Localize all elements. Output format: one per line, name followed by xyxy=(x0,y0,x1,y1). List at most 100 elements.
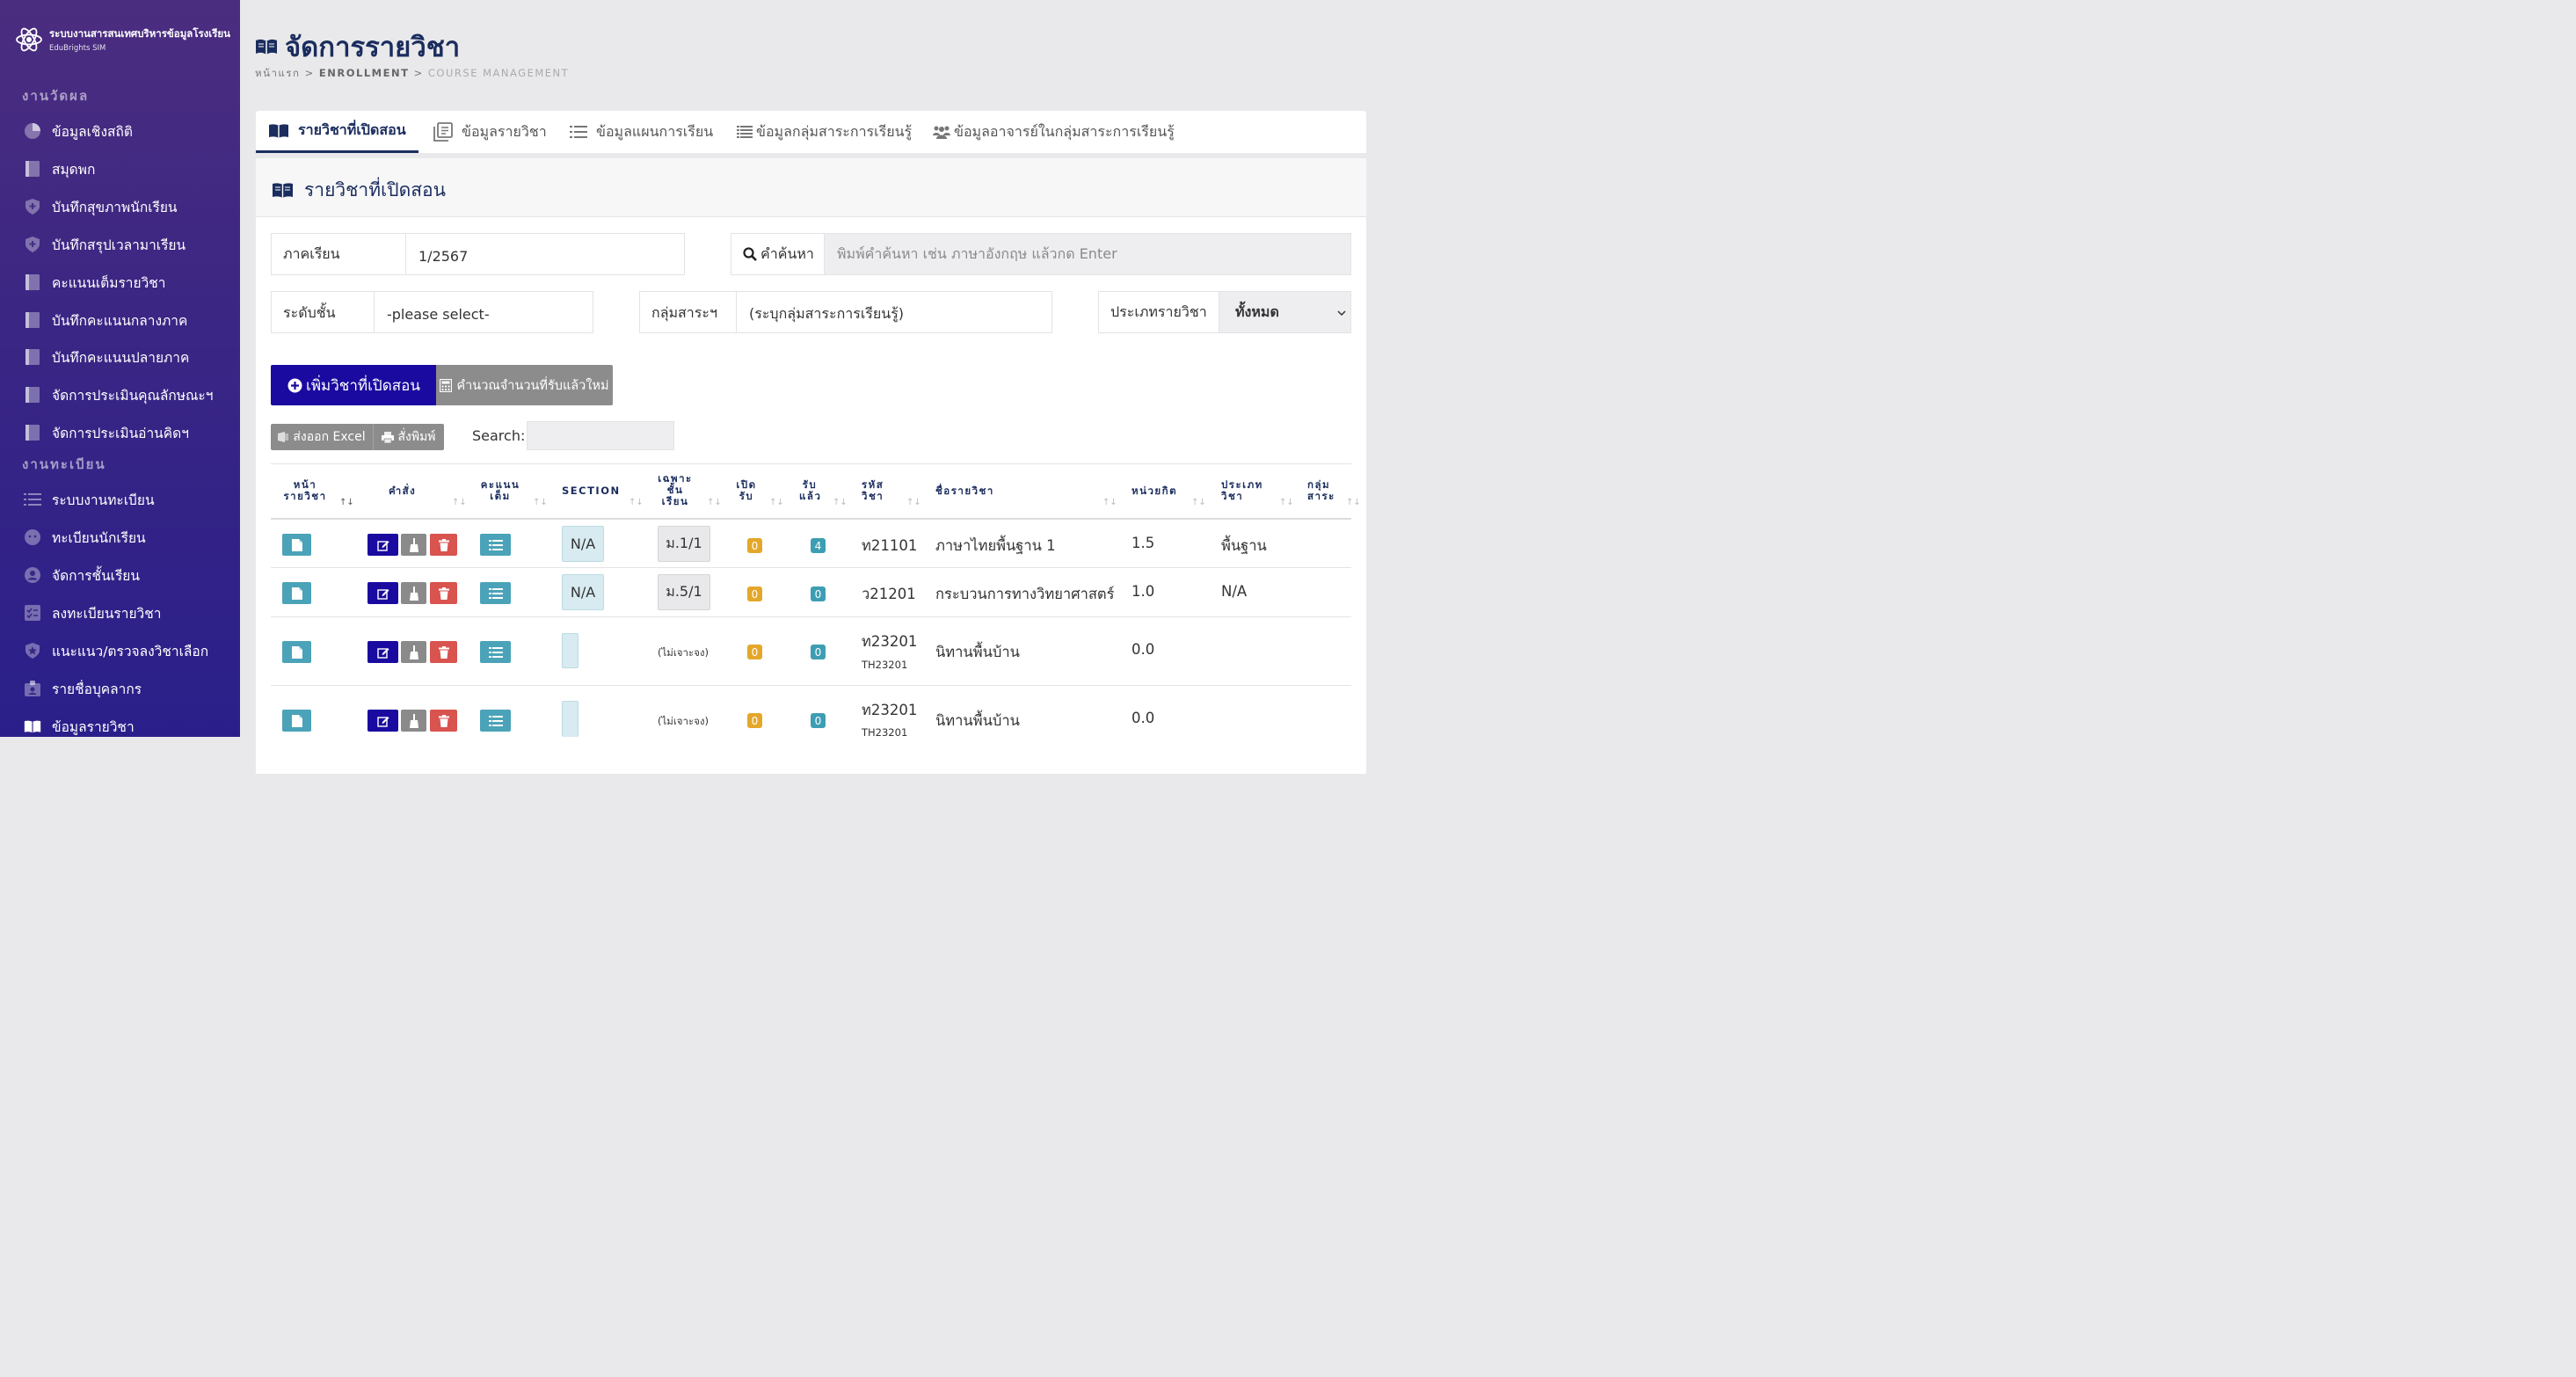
tab-learning-groups[interactable]: ข้อมูลกลุ่มสาระการเรียนรู้ xyxy=(737,111,912,153)
full-score-button[interactable] xyxy=(480,582,511,604)
sort-icon[interactable]: ↑↓ xyxy=(707,498,722,507)
add-course-button[interactable]: เพิ่มวิชาที่เปิดสอน xyxy=(271,365,437,405)
col-header-received[interactable]: รับ แล้ว xyxy=(799,479,820,502)
sidebar-item-full-score[interactable]: คะแนนเต็มรายวิชา xyxy=(24,269,166,295)
class-badge: ม.1/1 xyxy=(658,526,710,562)
sidebar-item-reading[interactable]: จัดการประเมินอ่านคิดฯ xyxy=(24,419,189,446)
open-book-icon xyxy=(256,39,277,55)
reset-button[interactable] xyxy=(401,534,426,556)
sidebar-item-characteristics[interactable]: จัดการประเมินคุณลักษณะฯ xyxy=(24,382,213,408)
sort-icon[interactable]: ↑↓ xyxy=(1191,498,1206,507)
semester-input[interactable]: 1/2567 xyxy=(405,233,685,275)
sidebar-item-classrooms[interactable]: จัดการชั้นเรียน xyxy=(24,562,140,588)
reset-button[interactable] xyxy=(401,710,426,732)
sort-icon[interactable]: ↑↓ xyxy=(833,498,848,507)
card-title: รายวิชาที่เปิดสอน xyxy=(272,176,446,205)
search-keyword-input[interactable]: พิมพ์คำค้นหา เช่น ภาษาอังกฤษ แล้วกด Ente… xyxy=(824,233,1351,275)
broom-icon xyxy=(409,713,418,728)
id-badge-icon xyxy=(24,680,41,697)
sidebar-item-statistics[interactable]: ข้อมูลเชิงสถิติ xyxy=(24,118,133,144)
reset-button[interactable] xyxy=(401,582,426,604)
section-badge: N/A xyxy=(562,574,604,610)
table-search-input[interactable] xyxy=(527,421,674,450)
recalculate-button-label: คำนวณจำนวนที่รับแล้วใหม่ xyxy=(456,378,609,393)
recalculate-button[interactable]: คำนวณจำนวนที่รับแล้วใหม่ xyxy=(436,365,613,405)
view-page-button[interactable] xyxy=(282,534,311,556)
sidebar-item-course-info[interactable]: ข้อมูลรายวิชา xyxy=(24,713,135,740)
col-header-type[interactable]: ประเภท วิชา xyxy=(1221,479,1263,502)
list-icon xyxy=(737,126,753,138)
delete-button[interactable] xyxy=(430,534,457,556)
print-button[interactable]: สั่งพิมพ์ xyxy=(373,424,444,450)
delete-button[interactable] xyxy=(430,710,457,732)
delete-button[interactable] xyxy=(430,641,457,663)
sidebar-item-personnel[interactable]: รายชื่อบุคลากร xyxy=(24,675,142,702)
col-header-credit[interactable]: หน่วยกิต xyxy=(1132,485,1177,497)
sort-icon[interactable]: ↑↓ xyxy=(906,498,921,507)
sidebar: ระบบงานสารสนเทศบริหารข้อมูลโรงเรียน EduB… xyxy=(0,0,240,737)
sort-icon[interactable]: ↑↓ xyxy=(452,498,467,507)
tab-study-plan[interactable]: ข้อมูลแผนการเรียน xyxy=(570,111,713,153)
course-type-select[interactable]: ทั้งหมด xyxy=(1219,291,1351,333)
list-icon xyxy=(570,126,587,138)
sort-icon[interactable]: ↑↓ xyxy=(629,498,644,507)
card-header: รายวิชาที่เปิดสอน xyxy=(256,158,1366,217)
col-header-only-class[interactable]: เฉพาะ ชั้น เรียน xyxy=(657,473,694,507)
sidebar-item-registration-system[interactable]: ระบบงานทะเบียน xyxy=(24,486,155,513)
level-select[interactable]: -please select- xyxy=(374,291,593,333)
sidebar-item-midterm[interactable]: บันทึกคะแนนกลางภาค xyxy=(24,307,187,333)
edit-button[interactable] xyxy=(367,710,398,732)
open-book-icon xyxy=(273,183,293,198)
tab-group-teachers[interactable]: ข้อมูลอาจารย์ในกลุ่มสาระการเรียนรู้ xyxy=(933,111,1175,153)
sidebar-item-attendance[interactable]: บันทึกสรุปเวลามาเรียน xyxy=(24,231,186,258)
sort-active-icon[interactable]: ↑↓ xyxy=(339,498,354,507)
level-label: ระดับชั้น xyxy=(271,291,375,333)
edit-button[interactable] xyxy=(367,534,398,556)
col-header-open[interactable]: เปิด รับ xyxy=(736,479,757,502)
sidebar-item-students[interactable]: ทะเบียนนักเรียน xyxy=(24,524,146,550)
col-header-name[interactable]: ชื่อรายวิชา xyxy=(935,485,994,497)
delete-button[interactable] xyxy=(430,582,457,604)
course-type: N/A xyxy=(1221,583,1248,600)
sort-icon[interactable]: ↑↓ xyxy=(533,498,548,507)
col-header-code[interactable]: รหัส วิชา xyxy=(862,479,884,502)
view-page-button[interactable] xyxy=(282,641,311,663)
col-header-section[interactable]: SECTION xyxy=(562,485,621,497)
chevron-down-icon xyxy=(1337,310,1346,316)
sort-icon[interactable]: ↑↓ xyxy=(1102,498,1117,507)
class-unspecified: (ไม่เจาะจง) xyxy=(658,715,709,727)
print-label: สั่งพิมพ์ xyxy=(397,430,436,444)
edit-button[interactable] xyxy=(367,641,398,663)
sidebar-item-final[interactable]: บันทึกคะแนนปลายภาค xyxy=(24,344,189,370)
full-score-button[interactable] xyxy=(480,641,511,663)
export-excel-button[interactable]: ส่งออก Excel xyxy=(271,424,373,450)
col-header-group[interactable]: กลุ่ม สาระ xyxy=(1307,479,1335,502)
sidebar-item-course-registration[interactable]: ลงทะเบียนรายวิชา xyxy=(24,600,161,626)
view-page-button[interactable] xyxy=(282,582,311,604)
reset-button[interactable] xyxy=(401,641,426,663)
sort-icon[interactable]: ↑↓ xyxy=(1279,498,1294,507)
list-icon xyxy=(488,539,503,550)
full-score-button[interactable] xyxy=(480,710,511,732)
edit-button[interactable] xyxy=(367,582,398,604)
tab-course-info[interactable]: ข้อมูลรายวิชา xyxy=(433,111,547,153)
book-icon xyxy=(24,160,41,178)
course-code: ท21101 xyxy=(862,537,918,554)
breadcrumb-home[interactable]: หน้าแรก xyxy=(255,67,300,79)
page-title: จัดการรายวิชา xyxy=(255,25,460,69)
col-header-command[interactable]: คำสั่ง xyxy=(389,485,416,497)
tab-open-courses[interactable]: รายวิชาที่เปิดสอน xyxy=(256,111,418,153)
col-header-full-score[interactable]: คะแนน เต็ม xyxy=(479,479,521,502)
sort-icon[interactable]: ↑↓ xyxy=(769,498,784,507)
sort-icon[interactable]: ↑↓ xyxy=(1346,498,1361,507)
group-select[interactable]: (ระบุกลุ่มสาระการเรียนรู้) xyxy=(736,291,1052,333)
col-header-page[interactable]: หน้า รายวิชา xyxy=(282,479,328,502)
sidebar-item-guidance[interactable]: แนะแนว/ตรวจลงวิชาเลือก xyxy=(24,638,208,664)
brand-title: ระบบงานสารสนเทศบริหารข้อมูลโรงเรียน xyxy=(49,27,230,40)
view-page-button[interactable] xyxy=(282,710,311,732)
breadcrumb-enrollment[interactable]: ENROLLMENT xyxy=(319,67,410,79)
brand[interactable]: ระบบงานสารสนเทศบริหารข้อมูลโรงเรียน EduB… xyxy=(14,25,230,55)
sidebar-item-report-book[interactable]: สมุดพก xyxy=(24,156,95,182)
full-score-button[interactable] xyxy=(480,534,511,556)
sidebar-item-health[interactable]: บันทึกสุขภาพนักเรียน xyxy=(24,193,178,220)
